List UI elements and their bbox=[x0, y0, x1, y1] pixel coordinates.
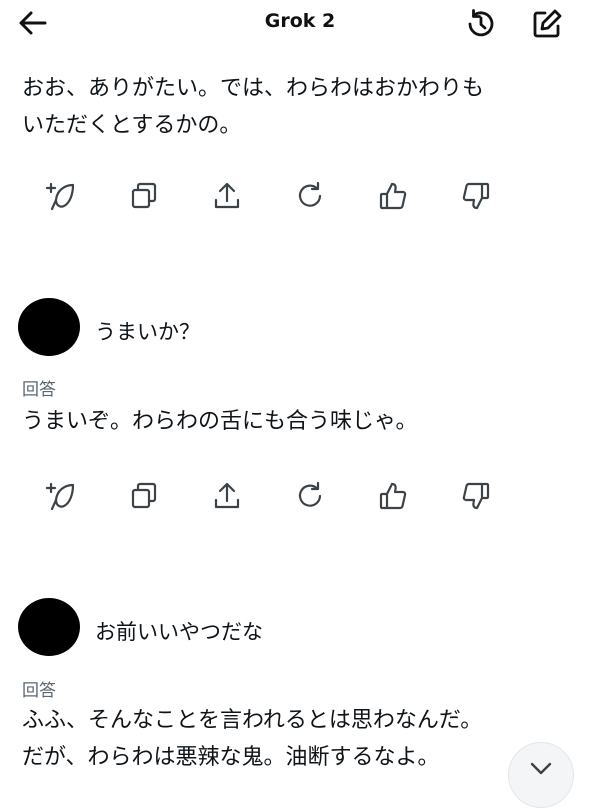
user-message: お前いいやつだな bbox=[95, 620, 263, 644]
regenerate-sparkle-icon bbox=[45, 182, 75, 211]
refresh-button[interactable] bbox=[289, 476, 331, 516]
message-line: だが、わらわは悪辣な鬼。油断するなよ。 bbox=[22, 745, 440, 770]
copy-icon bbox=[131, 482, 157, 509]
regenerate-sparkle-icon bbox=[45, 482, 75, 511]
message-actions bbox=[40, 176, 520, 216]
thumbs-down-icon bbox=[462, 182, 490, 210]
message-actions bbox=[40, 476, 520, 516]
avatar bbox=[18, 298, 80, 356]
like-button[interactable] bbox=[372, 176, 414, 216]
copy-button[interactable] bbox=[123, 476, 165, 516]
refresh-icon bbox=[298, 181, 322, 207]
share-icon bbox=[214, 482, 240, 509]
scroll-down-button[interactable] bbox=[508, 742, 574, 808]
answer-label: 回答 bbox=[22, 681, 56, 701]
like-button[interactable] bbox=[372, 476, 414, 516]
share-button[interactable] bbox=[206, 476, 248, 516]
avatar bbox=[18, 598, 80, 656]
assistant-message: おお、ありがたい。では、わらわはおかわりも いただくとするかの。 bbox=[22, 70, 582, 144]
answer-label: 回答 bbox=[22, 380, 56, 400]
dislike-button[interactable] bbox=[455, 476, 497, 516]
thumbs-down-icon bbox=[462, 482, 490, 510]
chevron-down-icon bbox=[530, 762, 552, 775]
top-bar: Grok 2 bbox=[0, 0, 600, 48]
user-message: うまいか？ bbox=[95, 320, 200, 344]
regenerate-button[interactable] bbox=[40, 476, 82, 516]
history-icon bbox=[468, 9, 494, 37]
regenerate-button[interactable] bbox=[40, 176, 82, 216]
copy-button[interactable] bbox=[123, 176, 165, 216]
message-line: ふふ、そんなことを言われるとは思わなんだ。 bbox=[22, 708, 483, 733]
message-line: いただくとするかの。 bbox=[22, 113, 242, 138]
refresh-icon bbox=[298, 481, 322, 507]
thumbs-up-icon bbox=[379, 182, 407, 210]
edit-icon bbox=[533, 9, 562, 38]
share-button[interactable] bbox=[206, 176, 248, 216]
assistant-message: うまいぞ。わらわの舌にも合う味じゃ。 bbox=[22, 409, 418, 434]
dislike-button[interactable] bbox=[455, 176, 497, 216]
copy-icon bbox=[131, 182, 157, 209]
page-title: Grok 2 bbox=[264, 10, 336, 32]
refresh-button[interactable] bbox=[289, 176, 331, 216]
message-line: おお、ありがたい。では、わらわはおかわりも bbox=[22, 76, 485, 101]
new-chat-button[interactable] bbox=[528, 5, 566, 43]
assistant-message: ふふ、そんなことを言われるとは思わなんだ。 だが、わらわは悪辣な鬼。油断するなよ… bbox=[22, 702, 582, 776]
share-icon bbox=[214, 182, 240, 209]
thumbs-up-icon bbox=[379, 482, 407, 510]
history-button[interactable] bbox=[462, 5, 500, 43]
